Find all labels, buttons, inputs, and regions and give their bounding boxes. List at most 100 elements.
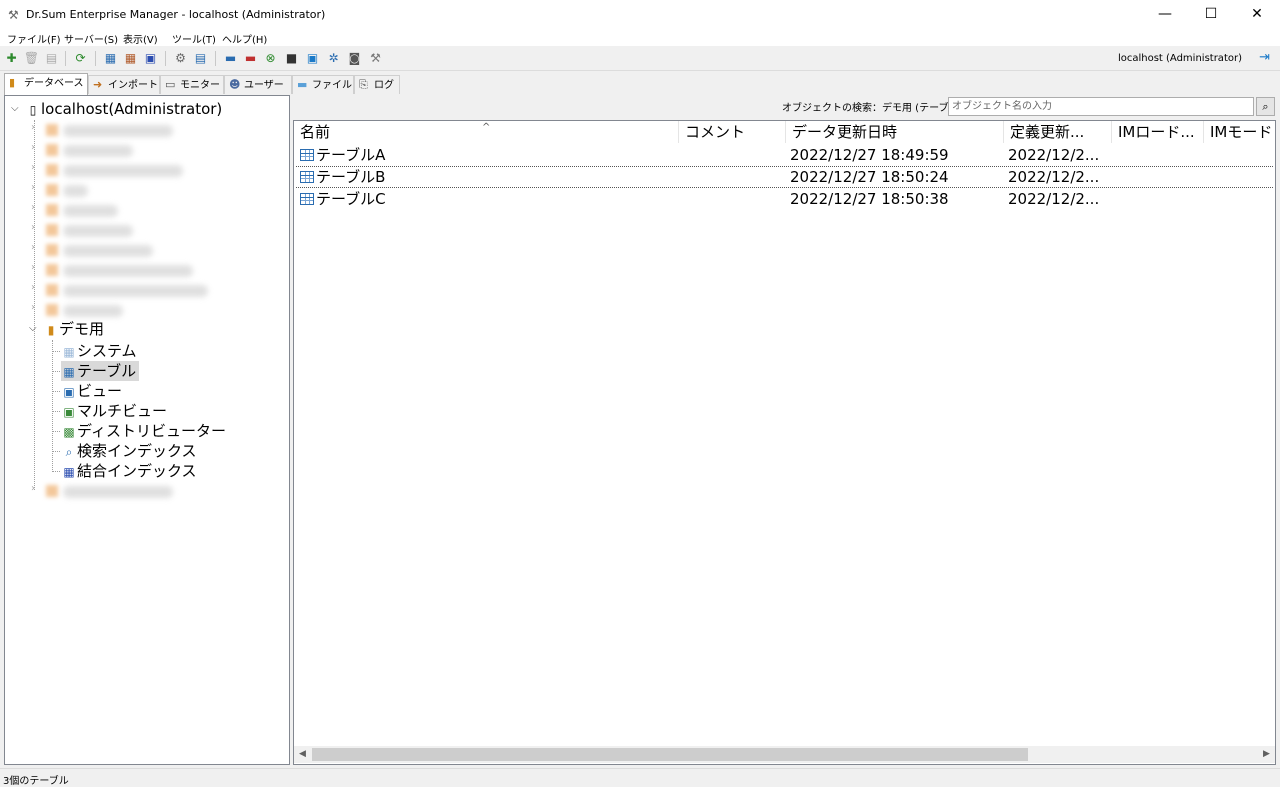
tree-item-join-index[interactable]: ▦ 結合インデックス	[61, 461, 197, 481]
title-bar: ⚒ Dr.Sum Enterprise Manager - localhost …	[0, 0, 1280, 30]
table-search-icon[interactable]: ▣	[142, 50, 159, 67]
gear-table-icon[interactable]: ✲	[325, 50, 342, 67]
delete-icon[interactable]: 🗑	[23, 50, 40, 67]
column-header-data-updated[interactable]: データ更新日時	[786, 121, 1004, 143]
row-name: テーブルC	[316, 190, 386, 208]
tree-item-system[interactable]: ▦ システム	[61, 341, 137, 361]
tools-icon: ⚒	[8, 8, 19, 22]
tree-root-label: localhost(Administrator)	[41, 100, 223, 118]
table-row[interactable]: テーブルA 2022/12/27 18:49:59 2022/12/2...	[296, 144, 1273, 166]
tree-database-demo[interactable]: ⌵ ▮ デモ用	[29, 319, 104, 339]
tree-item-view[interactable]: ▣ ビュー	[61, 381, 122, 401]
multiview-icon: ▣	[63, 404, 75, 419]
tab-label: ログ	[374, 80, 394, 91]
database-icon: ▮	[47, 322, 55, 337]
row-data-updated: 2022/12/27 18:50:24	[790, 168, 949, 186]
status-bar: 3個のテーブル	[0, 768, 1280, 787]
tab-database[interactable]: ▮ データベース	[4, 73, 88, 95]
column-header-im-load[interactable]: IMロード...	[1112, 121, 1204, 143]
tab-label: インポート	[108, 80, 158, 91]
minimize-button[interactable]: —	[1142, 0, 1188, 30]
tree-item-search-index[interactable]: ⌕ 検索インデックス	[61, 441, 197, 461]
table-icon	[300, 149, 314, 161]
tree-item-label: システム	[77, 342, 137, 360]
column-header-comment[interactable]: コメント	[679, 121, 786, 143]
tree-item-multiview[interactable]: ▣ マルチビュー	[61, 401, 167, 421]
row-comment	[683, 188, 783, 210]
table-icon	[300, 171, 314, 183]
row-def-updated: 2022/12/2...	[1008, 146, 1100, 164]
horizontal-scrollbar[interactable]: ◀ ▶	[294, 746, 1275, 763]
tab-label: モニター	[180, 80, 220, 91]
folder-icon: ▬	[297, 78, 308, 91]
menu-help[interactable]: ヘルプ(H)	[222, 31, 267, 46]
import-icon: ➜	[93, 78, 103, 91]
settings-icon[interactable]: ⚙	[172, 50, 189, 67]
tree-item-label: マルチビュー	[77, 402, 168, 420]
sql-icon[interactable]: ▬	[222, 50, 239, 67]
tab-monitor[interactable]: ▭ モニター	[160, 75, 224, 94]
tab-users[interactable]: ☻ ユーザー	[224, 75, 292, 94]
row-name: テーブルB	[316, 168, 386, 186]
tab-strip: ▮ データベース ➜ インポート ▭ モニター ☻ ユーザー ▬ ファイル ⎘ ログ	[0, 73, 1280, 95]
collapse-icon[interactable]: ⌵	[11, 99, 23, 119]
collapse-icon[interactable]: ⌵	[29, 319, 41, 339]
table-icon: ▦	[63, 364, 75, 379]
server-icon[interactable]: ▤	[192, 50, 209, 67]
tree-item-table[interactable]: ▦ テーブル	[61, 361, 140, 381]
search-button[interactable]: ⌕	[1256, 97, 1275, 116]
server-icon: ▯	[29, 102, 37, 117]
maximize-button[interactable]: ☐	[1188, 0, 1234, 30]
scroll-right-icon[interactable]: ▶	[1258, 746, 1275, 763]
logout-icon[interactable]: ⇥	[1259, 50, 1270, 65]
menu-server[interactable]: サーバー(S)	[64, 31, 118, 46]
column-header-name[interactable]: 名前 ^	[294, 121, 679, 143]
tab-import[interactable]: ➜ インポート	[88, 75, 160, 94]
tools-icon[interactable]: ⚒	[367, 50, 384, 67]
table-row[interactable]: テーブルC 2022/12/27 18:50:38 2022/12/2...	[296, 188, 1273, 210]
column-header-label: コメント	[685, 123, 746, 141]
table-row[interactable]: テーブルB 2022/12/27 18:50:24 2022/12/2...	[296, 166, 1273, 188]
tree-item-label: 結合インデックス	[77, 462, 197, 480]
console-icon[interactable]: ■	[283, 50, 300, 67]
add-icon[interactable]: ✚	[3, 50, 20, 67]
row-comment	[683, 166, 783, 188]
column-header-label: 定義更新...	[1010, 123, 1085, 141]
scroll-left-icon[interactable]: ◀	[294, 746, 311, 763]
table-icon[interactable]: ▦	[102, 50, 119, 67]
tab-file[interactable]: ▬ ファイル	[292, 75, 354, 94]
users-icon: ☻	[229, 78, 241, 91]
menu-view[interactable]: 表示(V)	[123, 31, 158, 46]
tree-item-distributor[interactable]: ▩ ディストリビューター	[61, 421, 226, 441]
system-table-icon: ▦	[63, 344, 75, 359]
log-icon: ⎘	[359, 78, 368, 91]
tree-root[interactable]: ⌵ ▯ localhost(Administrator)	[11, 99, 222, 119]
properties-icon[interactable]: ▤	[43, 50, 60, 67]
tab-log[interactable]: ⎘ ログ	[354, 75, 400, 94]
tree-item-label: 検索インデックス	[77, 442, 197, 460]
column-header-im-mode[interactable]: IMモード	[1204, 121, 1275, 143]
menu-file[interactable]: ファイル(F)	[7, 31, 61, 46]
toolbar: ✚ 🗑 ▤ ⟳ ▦ ▦ ▣ ⚙ ▤ ▬ ▬ ⊗ ■ ▣ ✲ ◙ ⚒ localh…	[0, 47, 1280, 71]
monitor-tool-icon[interactable]: ▣	[304, 50, 321, 67]
object-search-input[interactable]	[948, 97, 1254, 116]
scrollbar-thumb[interactable]	[312, 748, 1028, 761]
object-list[interactable]: 名前 ^ コメント データ更新日時 定義更新... IMロード... IMモード…	[293, 120, 1276, 765]
table-edit-icon[interactable]: ▦	[122, 50, 139, 67]
refresh-icon[interactable]: ⟳	[72, 50, 89, 67]
tab-label: データベース	[24, 78, 84, 89]
database-tree[interactable]: ⌵ ▯ localhost(Administrator) › › › › › › …	[4, 95, 290, 765]
column-header-def-updated[interactable]: 定義更新...	[1004, 121, 1112, 143]
excel-icon[interactable]: ⊗	[262, 50, 279, 67]
join-index-icon: ▦	[63, 464, 75, 479]
menu-tools[interactable]: ツール(T)	[172, 31, 216, 46]
link-icon[interactable]: ◙	[346, 50, 363, 67]
close-button[interactable]: ✕	[1234, 0, 1280, 30]
column-header-label: IMロード...	[1118, 123, 1195, 141]
tab-label: ファイル	[312, 80, 352, 91]
view-icon: ▣	[63, 384, 75, 399]
menu-bar: ファイル(F) サーバー(S) 表示(V) ツール(T) ヘルプ(H)	[0, 30, 1280, 46]
vts-icon[interactable]: ▬	[242, 50, 259, 67]
distributor-icon: ▩	[63, 424, 75, 439]
toolbar-separator	[215, 51, 216, 66]
